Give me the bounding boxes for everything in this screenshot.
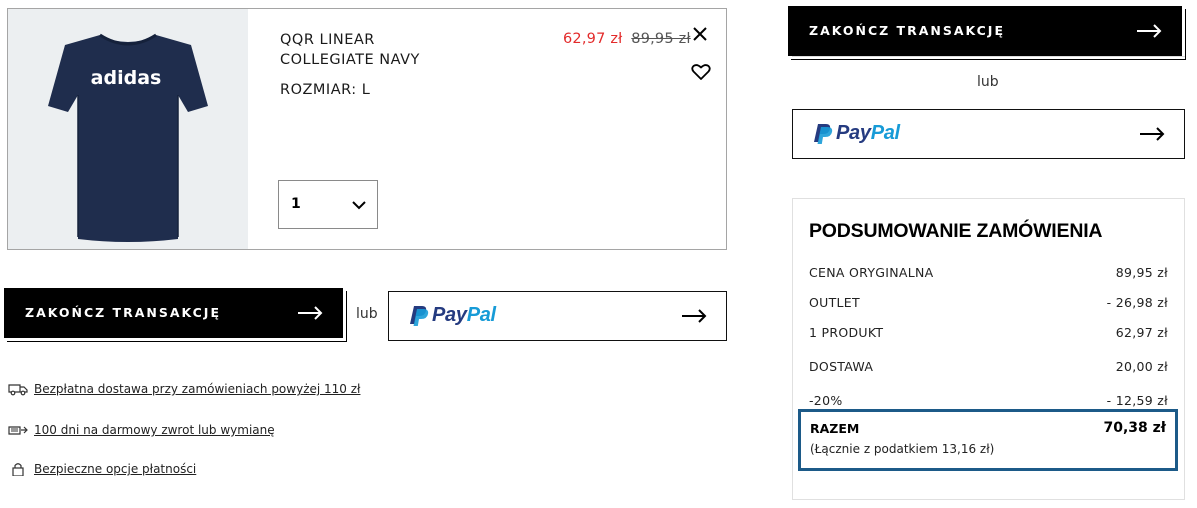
summary-row-label: 1 PRODUKT [809, 325, 884, 340]
total-label: RAZEM [810, 421, 860, 436]
summary-row-delivery: DOSTAWA 20,00 zł [809, 359, 1168, 374]
summary-row-label: CENA ORYGINALNA [809, 265, 934, 280]
cart-item: adidas QQR LINEAR COLLEGIATE NAVY ROZMIA… [7, 8, 727, 250]
product-name-line-2[interactable]: COLLEGIATE NAVY [280, 50, 480, 70]
benefit-text: 100 dni na darmowy zwrot lub wymianę [34, 423, 275, 437]
benefit-free-returns[interactable]: 100 dni na darmowy zwrot lub wymianę [8, 423, 275, 437]
lock-icon [12, 463, 24, 476]
brand-logo-text: adidas [91, 67, 162, 89]
benefit-free-delivery[interactable]: Bezpłatna dostawa przy zamówieniach powy… [8, 382, 360, 396]
paypal-word-pay: Pay [836, 122, 871, 144]
or-label: lub [356, 306, 378, 322]
paypal-logo: PayPal [409, 304, 496, 327]
order-summary: PODSUMOWANIE ZAMÓWIENIA CENA ORYGINALNA … [792, 198, 1185, 500]
product-name[interactable]: QQR LINEAR COLLEGIATE NAVY [280, 30, 480, 70]
quantity-value: 1 [291, 196, 301, 212]
summary-row-outlet: OUTLET - 26,98 zł [809, 295, 1168, 310]
product-image[interactable]: adidas [8, 9, 248, 249]
summary-row-label: -20% [809, 393, 843, 408]
arrow-right-icon [298, 306, 323, 320]
paypal-wordmark: PayPal [836, 122, 900, 145]
checkout-label: ZAKOŃCZ TRANSAKCJĘ [25, 305, 221, 320]
tax-note: (Łącznie z podatkiem 13,16 zł) [810, 442, 995, 456]
product-price: 62,97 zł 89,95 zł [563, 31, 691, 47]
summary-row-label: DOSTAWA [809, 359, 874, 374]
total-value: 70,38 zł [1103, 420, 1166, 436]
or-label: lub [977, 74, 999, 90]
delivery-truck-icon [8, 384, 28, 396]
summary-row-discount: -20% - 12,59 zł [809, 393, 1168, 408]
divider [792, 56, 1185, 57]
chevron-down-icon [352, 201, 366, 210]
summary-row-value: 89,95 zł [1115, 265, 1168, 280]
paypal-icon [410, 305, 429, 326]
checkout-button-side[interactable]: ZAKOŃCZ TRANSAKCJĘ [788, 6, 1186, 60]
summary-row-label: OUTLET [809, 295, 860, 310]
wishlist-button[interactable] [691, 63, 711, 81]
paypal-wordmark: PayPal [432, 304, 496, 327]
quantity-select[interactable]: 1 [278, 180, 378, 229]
summary-title: PODSUMOWANIE ZAMÓWIENIA [809, 220, 1103, 242]
paypal-word-pal: Pal [466, 304, 496, 326]
benefit-text: Bezpieczne opcje płatności [34, 462, 197, 476]
summary-row-value: - 12,59 zł [1106, 393, 1168, 408]
heart-icon [691, 64, 711, 80]
checkout-button[interactable]: ZAKOŃCZ TRANSAKCJĘ [4, 288, 347, 342]
paypal-word-pal: Pal [870, 122, 900, 144]
tshirt-image: adidas [48, 33, 208, 242]
close-icon [693, 27, 707, 41]
return-icon [8, 426, 28, 435]
remove-item-button[interactable] [691, 25, 709, 43]
sale-price: 62,97 zł [563, 31, 623, 47]
summary-row-products: 1 PRODUKT 62,97 zł [809, 325, 1168, 340]
paypal-button[interactable]: PayPal [388, 291, 727, 341]
arrow-right-icon [682, 309, 707, 323]
summary-row-value: 62,97 zł [1115, 325, 1168, 340]
arrow-right-icon [1140, 127, 1165, 141]
arrow-right-icon [1137, 24, 1162, 38]
paypal-word-pay: Pay [432, 304, 467, 326]
product-size: ROZMIAR: L [280, 82, 371, 98]
summary-row-value: - 26,98 zł [1106, 295, 1168, 310]
summary-row-value: 20,00 zł [1115, 359, 1168, 374]
checkout-label: ZAKOŃCZ TRANSAKCJĘ [809, 23, 1005, 38]
paypal-logo: PayPal [813, 122, 900, 145]
order-total: RAZEM 70,38 zł (Łącznie z podatkiem 13,1… [798, 409, 1178, 471]
paypal-button-side[interactable]: PayPal [792, 109, 1185, 159]
benefit-text: Bezpłatna dostawa przy zamówieniach powy… [34, 382, 361, 396]
summary-row-original-price: CENA ORYGINALNA 89,95 zł [809, 265, 1168, 280]
benefit-secure-payment[interactable]: Bezpieczne opcje płatności [8, 462, 196, 476]
paypal-icon [814, 123, 833, 144]
original-price: 89,95 zł [631, 31, 691, 47]
product-name-line-1[interactable]: QQR LINEAR [280, 30, 480, 50]
